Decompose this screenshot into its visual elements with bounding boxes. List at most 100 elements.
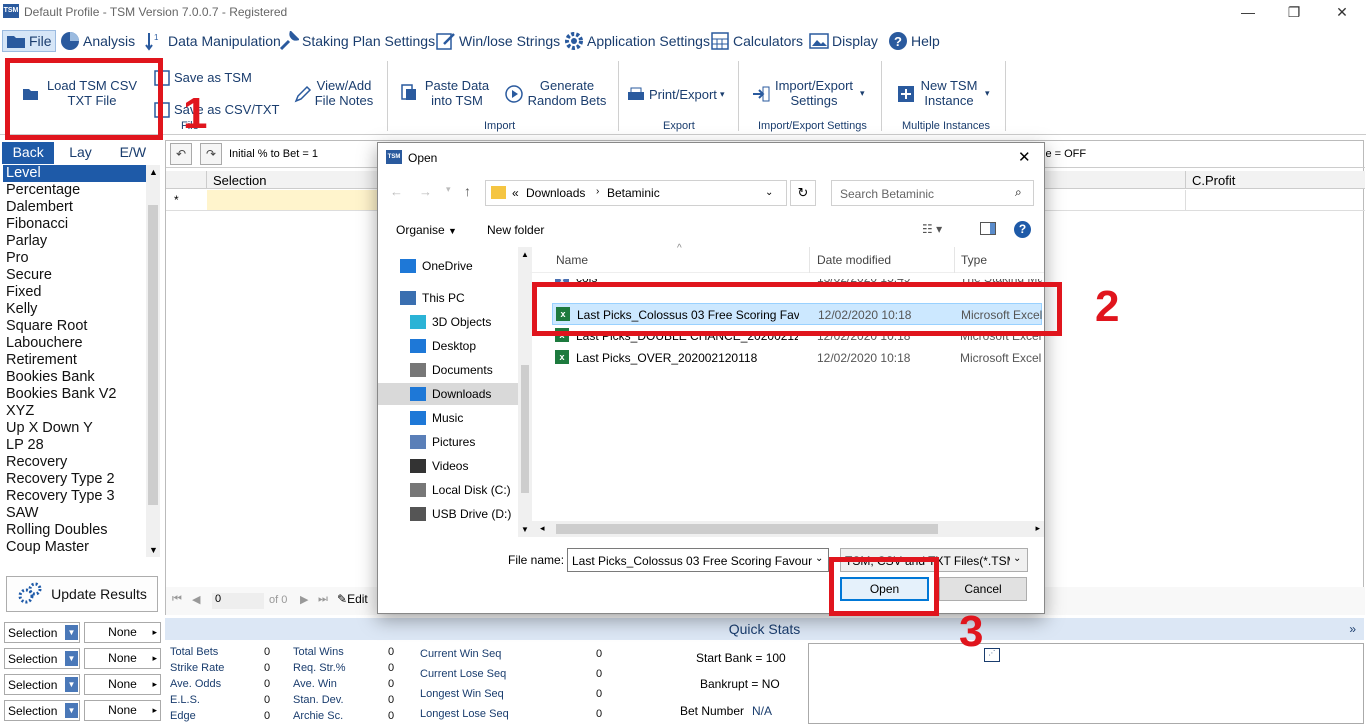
organise-button[interactable]: Organise ▼ [396,223,457,237]
menu-file[interactable]: File [2,30,56,52]
nav-item[interactable]: Documents [378,359,518,381]
menu-display[interactable]: Display [809,30,878,52]
quick-stats-header[interactable]: Quick Stats » [165,618,1364,640]
new-tsm-instance-button[interactable]: New TSM Instance ▾ [897,77,997,111]
nav-item[interactable]: This PC [378,287,518,309]
minimize-button[interactable]: — [1238,2,1258,22]
tab-ew[interactable]: E/W [107,142,159,164]
view-add-file-notes-button[interactable]: View/Add File Notes [294,77,379,111]
file-list-hscrollbar[interactable]: ◂ ▸ [530,521,1044,537]
list-item[interactable]: Rolling Doubles [3,522,146,539]
selection-dropdown[interactable]: Selection ▼ [4,622,80,643]
nav-item[interactable]: OneDrive [378,255,518,277]
chevron-down-icon[interactable]: ⌄ [815,553,823,564]
nav-item[interactable]: 3D Objects [378,311,518,333]
list-item[interactable]: Fibonacci [3,216,146,233]
list-item[interactable]: Kelly [3,301,146,318]
selection-cell[interactable] [207,190,387,210]
view-options-icon[interactable]: ☷ ▾ [922,222,942,236]
selection-dropdown[interactable]: Selection ▼ [4,674,80,695]
list-item[interactable]: Bookies Bank [3,369,146,386]
redo-icon[interactable]: ↷ [200,143,222,165]
next-record-icon[interactable]: ▶ [300,593,308,606]
record-position-input[interactable]: 0 [212,593,264,609]
expand-icon[interactable]: ⋰ [984,648,1000,662]
menu-win-lose-strings[interactable]: Win/lose Strings [436,30,560,52]
list-item[interactable]: Labouchere [3,335,146,352]
save-as-csv-button[interactable]: Save as CSV/TXT [153,101,283,121]
list-item[interactable]: Up X Down Y [3,420,146,437]
list-item[interactable]: Percentage [3,182,146,199]
list-item[interactable]: Level [3,165,146,182]
list-item[interactable]: SAW [3,505,146,522]
list-item[interactable]: LP 28 [3,437,146,454]
list-item[interactable]: Recovery [3,454,146,471]
nav-item[interactable]: Local Disk (C:) [378,479,518,501]
nav-item[interactable]: Desktop [378,335,518,357]
list-item[interactable]: Recovery Type 3 [3,488,146,505]
new-folder-button[interactable]: New folder [487,223,544,237]
last-record-icon[interactable]: ⏭ [318,593,328,606]
none-dropdown[interactable]: None ▸ [84,622,161,643]
undo-icon[interactable]: ↶ [170,143,192,165]
list-item[interactable]: Pro [3,250,146,267]
nav-item[interactable]: Downloads [378,383,518,405]
collapse-icon[interactable]: » [1349,618,1356,640]
first-record-icon[interactable]: ⏮ [172,593,182,606]
paste-data-button[interactable]: Paste Data into TSM [400,77,492,111]
nav-item[interactable]: Music [378,407,518,429]
help-icon[interactable]: ? [1014,221,1031,238]
refresh-icon[interactable]: ↻ [790,180,816,206]
crumb-betaminic[interactable]: Betaminic [607,186,660,200]
generate-random-bets-button[interactable]: Generate Random Bets [505,77,611,111]
list-item[interactable]: XYZ [3,403,146,420]
list-item[interactable]: Fixed [3,284,146,301]
tab-back[interactable]: Back [2,142,55,164]
selection-dropdown[interactable]: Selection ▼ [4,700,80,721]
import-export-settings-button[interactable]: Import/Export Settings ▾ [752,77,870,111]
tab-lay[interactable]: Lay [54,142,106,164]
chevron-down-icon[interactable]: ⌄ [765,187,773,198]
print-export-button[interactable]: Print/Export ▾ [627,85,729,107]
breadcrumb[interactable]: « Downloads › Betaminic ⌄ [485,180,787,206]
chevron-down-icon[interactable]: ▾ [446,184,451,195]
chevron-up-icon[interactable]: ▲ [149,167,158,177]
file-name-input[interactable]: Last Picks_Colossus 03 Free Scoring Favo… [567,548,829,572]
chevron-down-icon[interactable]: ▼ [149,545,158,555]
cancel-button[interactable]: Cancel [939,577,1027,601]
search-input[interactable]: Search Betaminic ⌕ [831,180,1034,206]
col-selection[interactable]: Selection [213,173,266,188]
update-results-button[interactable]: Update Results [6,576,158,612]
nav-item[interactable]: Pictures [378,431,518,453]
list-item[interactable]: Square Root [3,318,146,335]
list-item[interactable]: Retirement [3,352,146,369]
scrollbar-thumb[interactable] [148,205,158,505]
scrollbar-thumb[interactable] [521,365,529,493]
maximize-button[interactable]: ❐ [1284,2,1304,22]
menu-calculators[interactable]: Calculators [710,30,803,52]
col-type[interactable]: Type [961,253,987,267]
scrollbar-thumb[interactable] [556,524,938,534]
col-name[interactable]: Name [556,253,588,267]
crumb-downloads[interactable]: Downloads [526,186,585,200]
selection-dropdown[interactable]: Selection ▼ [4,648,80,669]
close-icon[interactable]: ✕ [1018,148,1031,166]
close-button[interactable]: ✕ [1332,2,1352,22]
none-dropdown[interactable]: None ▸ [84,674,161,695]
none-dropdown[interactable]: None ▸ [84,700,161,721]
nav-item[interactable]: USB Drive (D:) [378,503,518,525]
none-dropdown[interactable]: None ▸ [84,648,161,669]
forward-arrow-icon[interactable]: → [419,184,432,199]
col-cprofit[interactable]: C.Profit [1192,173,1235,188]
edit-button[interactable]: ✎Edit [337,592,368,606]
list-item[interactable]: Dalembert [3,199,146,216]
list-item[interactable]: Secure [3,267,146,284]
prev-record-icon[interactable]: ◀ [192,593,200,606]
file-row[interactable]: x Last Picks_OVER_202002120118 12/02/2020 … [552,347,1042,369]
menu-help[interactable]: ? Help [888,30,940,52]
save-as-tsm-button[interactable]: Save as TSM [153,69,263,89]
up-arrow-icon[interactable]: ↑ [464,183,471,199]
menu-application-settings[interactable]: Application Settings [564,30,710,52]
col-date-modified[interactable]: Date modified [817,253,891,267]
nav-item[interactable]: Videos [378,455,518,477]
